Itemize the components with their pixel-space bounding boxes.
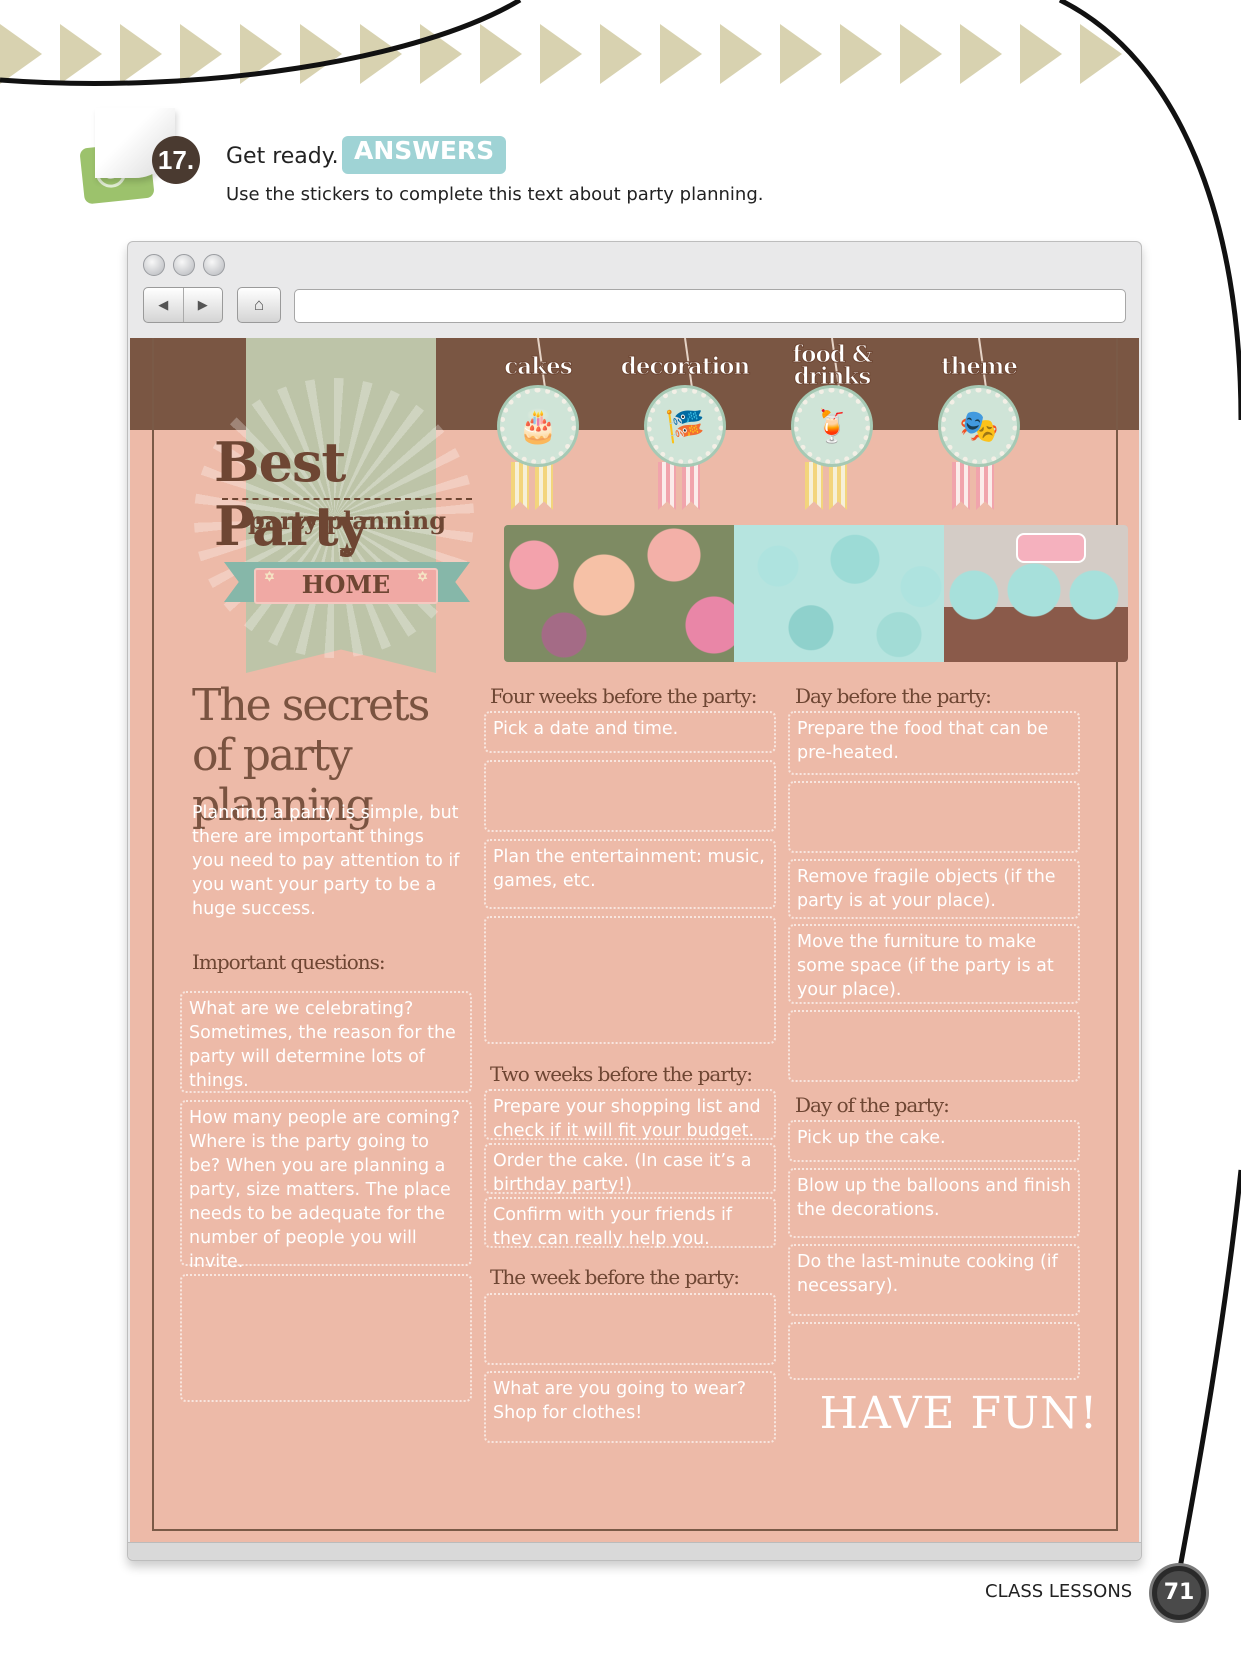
ribbon-tail [511,462,529,510]
bunting-flag [780,24,822,84]
sticker-slot[interactable]: Confirm with your friends if they can re… [484,1197,776,1249]
bunting-flag [300,24,342,84]
party-tag-decoration [1016,533,1086,563]
bunting-flag [540,24,582,84]
cake-photo [734,525,954,662]
section-footer: CLASS LESSONS [985,1581,1133,1602]
section-title-day-of: Day of the party: [795,1093,950,1117]
sticker-slot-empty[interactable] [484,916,776,1044]
ribbon-tail [535,462,553,510]
mask-icon: 🎭 [941,388,1017,464]
window-maximize-button[interactable] [203,254,225,276]
bunting-flag [900,24,942,84]
bunting-flag [600,24,642,84]
home-icon[interactable]: ⌂ [237,287,281,323]
sticker-slot[interactable]: Blow up the balloons and finish the deco… [788,1168,1080,1238]
bunting-flag [1020,24,1062,84]
bunting-flag [720,24,762,84]
ribbon-tail [805,462,823,510]
bunting-flag [0,24,42,84]
sticker-slot[interactable]: How many people are coming? Where is the… [180,1100,472,1272]
website-viewport: Best Party party planning ★ ✡ HOME ✡ cak… [130,337,1139,1543]
forward-icon[interactable]: ▶ [182,288,223,322]
section-title-four-weeks: Four weeks before the party: [490,684,757,708]
home-nav-button[interactable]: ✡ HOME ✡ [254,568,438,604]
bunting-flag [1080,24,1122,84]
star-ornament-icon: ✡ [264,570,275,585]
sticker-slot[interactable]: Remove fragile objects (if the party is … [788,859,1080,919]
exercise-instruction: Use the stickers to complete this text a… [226,184,764,205]
nav-label: cakes [504,353,573,380]
nav-item-decoration[interactable]: decoration 🎏 [610,337,760,518]
ribbon-tail [658,462,676,510]
section-title-week-before: The week before the party: [490,1265,740,1289]
bunting-icon: 🎏 [647,388,723,464]
home-nav-label: HOME [301,570,391,599]
sticker-slot[interactable]: What are we celebrating? Sometimes, the … [180,991,472,1093]
bunting-flag [180,24,222,84]
nav-item-theme[interactable]: theme 🎭 [904,337,1054,518]
star-icon: ★ [338,540,356,562]
cake-icon: 🎂 [500,388,576,464]
bunting-flag [840,24,882,84]
ribbon-tail [829,462,847,510]
nav-label: theme [941,353,1019,380]
sticker-slot[interactable]: Plan the entertainment: music, games, et… [484,839,776,909]
sticker-slot-empty[interactable] [788,1010,1080,1082]
drink-icon: 🍹 [794,388,870,464]
sticker-slot[interactable]: Do the last-minute cooking (if necessary… [788,1244,1080,1316]
ribbon-tail [952,462,970,510]
window-minimize-button[interactable] [173,254,195,276]
nav-label: decoration [620,353,751,380]
site-logo-subtitle: party planning [247,506,447,535]
nav-label: food & drinks [792,341,873,390]
back-icon[interactable]: ◀ [144,288,183,322]
have-fun-heading: HAVE FUN! [819,1388,1099,1439]
sticker-slot-empty[interactable] [788,781,1080,853]
intro-text: Planning a party is simple, but there ar… [192,803,460,919]
page-number-badge: 71 [1152,1566,1206,1620]
ribbon-tail [976,462,994,510]
sticker-slot-empty[interactable] [484,760,776,832]
history-buttons: ◀ ▶ [143,287,223,323]
sticker-slot[interactable]: Pick a date and time. [484,711,776,753]
sticker-slot[interactable]: Order the cake. (In case it’s a birthday… [484,1143,776,1195]
exercise-title: Get ready. [226,144,339,169]
ribbon-tail [682,462,700,510]
star-ornament-icon: ✡ [417,570,428,585]
nav-item-food-drinks[interactable]: food & drinks 🍹 [757,337,907,518]
sticker-slot[interactable]: Prepare the food that can be pre-heated. [788,711,1080,775]
browser-window: ◀ ▶ ⌂ Best Party party planning ★ ✡ HOME… [127,241,1142,1561]
bunting-flag [960,24,1002,84]
bunting-decoration [0,0,1241,110]
bunting-flag [660,24,702,84]
address-bar[interactable] [294,289,1126,323]
site-frame: Best Party party planning ★ ✡ HOME ✡ cak… [152,337,1128,1531]
bunting-flag [420,24,462,84]
section-title-two-weeks: Two weeks before the party: [490,1062,753,1086]
bunting-flag [360,24,402,84]
exercise-number: 17. [152,136,200,184]
section-title-important: Important questions: [192,950,386,974]
window-close-button[interactable] [143,254,165,276]
sticker-slot[interactable]: Pick up the cake. [788,1120,1080,1162]
sticker-slot[interactable]: Move the furniture to make some space (i… [788,924,1080,1004]
bunting-flag [240,24,282,84]
answers-badge: ANSWERS [342,136,507,174]
logo-divider [222,498,472,506]
sticker-slot-empty[interactable] [484,1293,776,1365]
bunting-flag [60,24,102,84]
bunting-flag [480,24,522,84]
sticker-slot-empty[interactable] [180,1274,472,1402]
sticker-slot-empty[interactable] [788,1322,1080,1380]
section-title-day-before: Day before the party: [795,684,992,708]
hero-photo [504,525,1128,662]
sticker-slot[interactable]: What are you going to wear? Shop for clo… [484,1371,776,1443]
nav-item-cakes[interactable]: cakes 🎂 [463,337,613,518]
flowers-photo [504,525,744,662]
browser-status-bar [128,1542,1141,1560]
bunting-flag [120,24,162,84]
sticker-slot[interactable]: Prepare your shopping list and check if … [484,1089,776,1141]
